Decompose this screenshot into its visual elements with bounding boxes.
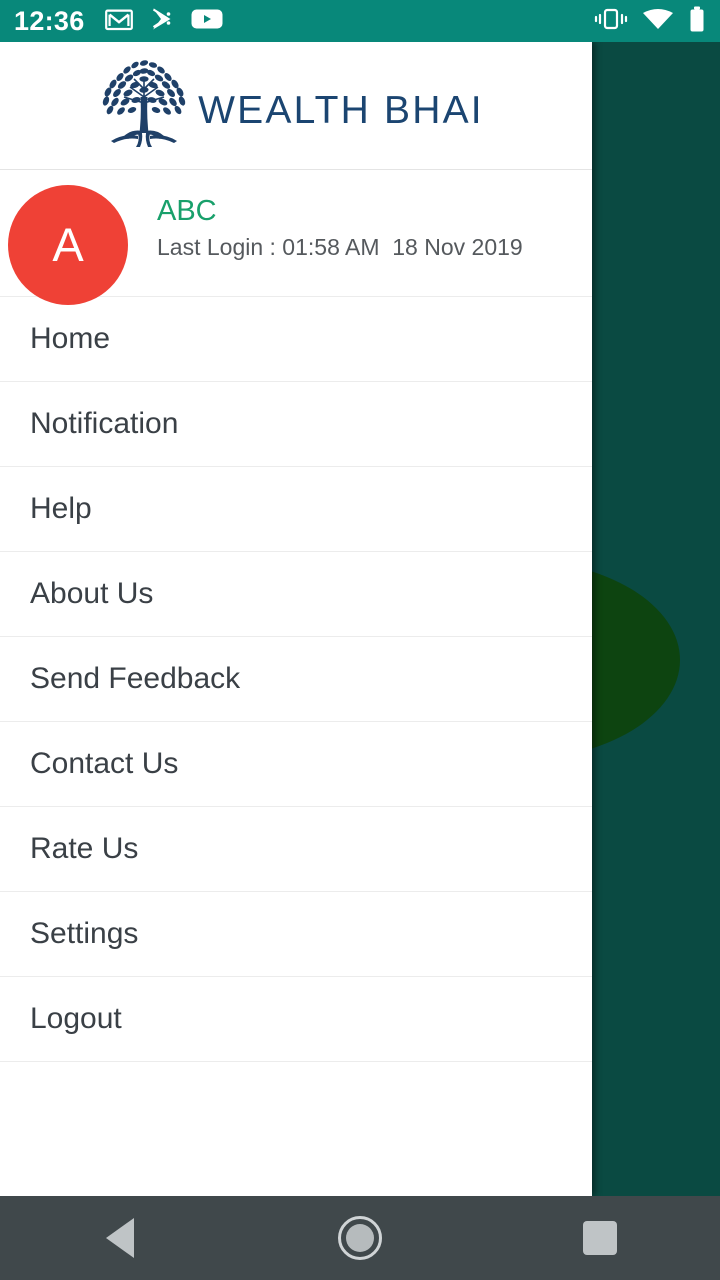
menu-item-label: Logout xyxy=(30,1002,122,1035)
drawer-menu-list: Home Notification Help About Us Send Fee… xyxy=(0,297,592,1062)
youtube-icon xyxy=(191,8,223,35)
home-icon-dot xyxy=(346,1224,374,1252)
recents-button[interactable] xyxy=(540,1196,660,1280)
back-icon xyxy=(106,1218,134,1258)
back-button[interactable] xyxy=(60,1196,180,1280)
drawer-header: WEALTH BHAI xyxy=(0,42,592,170)
gmail-icon xyxy=(104,7,133,36)
menu-item-label: Home xyxy=(30,322,111,355)
profile-text: ABC Last Login : 01:58 AM 18 Nov 2019 xyxy=(157,195,523,262)
menu-item-notification[interactable]: Notification xyxy=(0,382,592,467)
menu-item-home[interactable]: Home xyxy=(0,297,592,382)
navigation-drawer: WEALTH BHAI A ABC Last Login : 01:58 AM … xyxy=(0,42,592,1196)
phone-screen: WEALTH BHAI A ABC Last Login : 01:58 AM … xyxy=(0,0,720,1280)
avatar[interactable]: A xyxy=(8,185,128,305)
menu-item-label: Settings xyxy=(30,917,139,950)
android-nav-bar xyxy=(0,1196,720,1280)
menu-item-label: Help xyxy=(30,492,92,525)
menu-item-label: Send Feedback xyxy=(30,662,241,695)
menu-item-label: Contact Us xyxy=(30,747,179,780)
menu-item-logout[interactable]: Logout xyxy=(0,977,592,1062)
menu-item-send-feedback[interactable]: Send Feedback xyxy=(0,637,592,722)
menu-item-label: About Us xyxy=(30,577,154,610)
wifi-icon xyxy=(642,7,674,36)
menu-item-rate-us[interactable]: Rate Us xyxy=(0,807,592,892)
profile-section[interactable]: A ABC Last Login : 01:58 AM 18 Nov 2019 xyxy=(0,170,592,305)
battery-icon xyxy=(688,6,706,37)
profile-name: ABC xyxy=(157,195,217,227)
home-button[interactable] xyxy=(300,1196,420,1280)
status-left-icons xyxy=(104,6,223,37)
brand-title: WEALTH BHAI xyxy=(198,89,484,132)
menu-item-label: Notification xyxy=(30,407,179,440)
status-right-icons xyxy=(594,6,706,37)
menu-item-settings[interactable]: Settings xyxy=(0,892,592,977)
menu-item-help[interactable]: Help xyxy=(0,467,592,552)
last-login-text: Last Login : 01:58 AM 18 Nov 2019 xyxy=(157,234,523,261)
avatar-letter: A xyxy=(52,217,84,271)
menu-item-contact-us[interactable]: Contact Us xyxy=(0,722,592,807)
status-bar: 12:36 xyxy=(0,0,720,42)
tree-logo-icon xyxy=(94,55,194,156)
menu-item-about-us[interactable]: About Us xyxy=(0,552,592,637)
play-store-icon xyxy=(149,6,175,37)
home-icon xyxy=(338,1216,382,1260)
recents-icon xyxy=(583,1221,617,1255)
vibrate-icon xyxy=(594,7,628,36)
menu-item-label: Rate Us xyxy=(30,832,139,865)
brand-row: WEALTH BHAI xyxy=(94,55,484,156)
status-time: 12:36 xyxy=(14,5,85,36)
